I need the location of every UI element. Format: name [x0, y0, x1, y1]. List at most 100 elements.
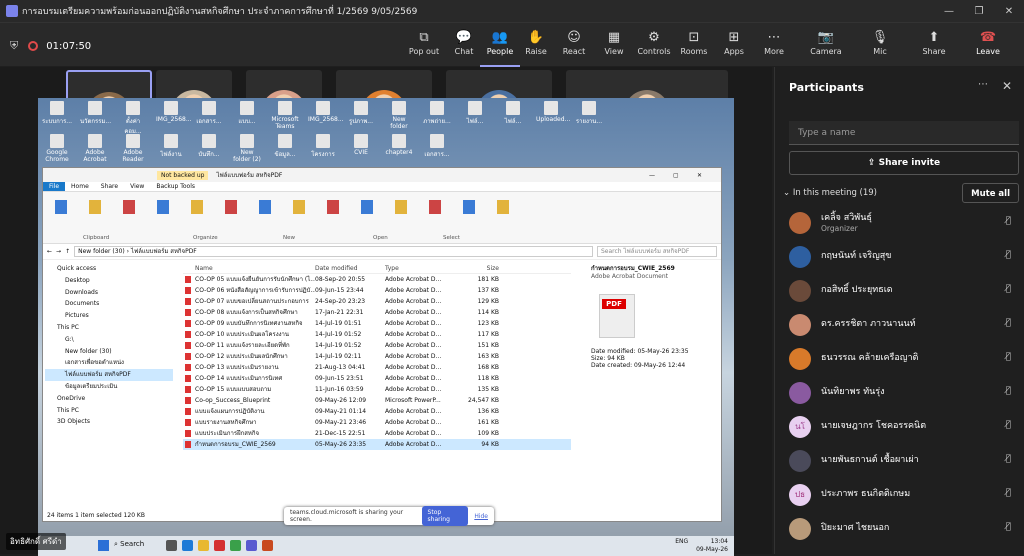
desktop-icon[interactable]: New folder — [384, 101, 414, 130]
taskbar-search[interactable]: ⌕ Search — [114, 540, 144, 549]
file-row[interactable]: CO-OP 12 แบบประเมินผลนักศึกษา 14-Jul-19 0… — [183, 351, 571, 362]
panel-close-icon[interactable]: ✕ — [1002, 79, 1012, 93]
mic-button[interactable]: 🎙 Mic — [860, 29, 900, 56]
column-header[interactable]: Type — [385, 263, 449, 273]
file-row[interactable]: CO-OP 11 แบบแจ้งรายละเอียดที่พัก 14-Jul-1… — [183, 340, 571, 351]
more-button[interactable]: ⋯ More — [754, 29, 794, 56]
desktop-icon[interactable]: CVIE — [346, 134, 376, 156]
powerpoint-icon[interactable] — [262, 540, 273, 551]
start-icon[interactable] — [98, 540, 109, 551]
desktop-icon[interactable]: โครงการ — [308, 134, 338, 159]
participant-search-input[interactable]: Type a name — [789, 121, 1019, 145]
explorer-maximize-icon[interactable]: ▢ — [673, 172, 697, 179]
nav-item[interactable]: ข้อมูลเตรียมประเมิน — [45, 381, 173, 393]
file-row[interactable]: CO-OP 06 หนังสือสัญญาการเข้ารับการปฏิบั.… — [183, 285, 571, 296]
ribbon-command-icon[interactable] — [191, 200, 203, 214]
desktop-icon[interactable]: นวัตกรรม... — [80, 101, 111, 126]
explorer-search[interactable]: Search ไฟล์แบบฟอร์ม สหกิจPDF — [597, 246, 717, 257]
nav-item[interactable]: เอกสารเพื่อขอตำแหน่ง — [45, 357, 173, 369]
participant-row[interactable]: เคลิ้จ สวิพันธุ์ Organizer 🎙̸ — [789, 207, 1019, 239]
ribbon-command-icon[interactable] — [463, 200, 475, 214]
mic-off-icon[interactable]: 🎙̸ — [1006, 318, 1011, 328]
up-arrow-icon[interactable]: ↑ — [65, 248, 70, 255]
file-row[interactable]: กำหนดการอบรม_CWIE_2569 05-May-26 23:35 Ado… — [183, 439, 571, 450]
participant-row[interactable]: ดร.ครรชิตา ภาวนานนท์ 🎙̸ — [789, 309, 1019, 341]
desktop-icon[interactable]: ไฟล์งาน — [156, 134, 186, 159]
nav-item[interactable]: Downloads — [45, 287, 173, 299]
desktop-icon[interactable]: ภาพถ่าย... — [422, 101, 452, 126]
raise-button[interactable]: ✋ Raise — [516, 29, 556, 56]
mic-off-icon[interactable]: 🎙̸ — [1006, 454, 1011, 464]
restore-icon[interactable]: ❐ — [964, 6, 994, 17]
stop-sharing-button[interactable]: Stop sharing — [421, 506, 469, 526]
file-row[interactable]: CO-OP 13 แบบประเมินรายงาน 21-Aug-13 04:41… — [183, 362, 571, 373]
mic-off-icon[interactable]: 🎙̸ — [1006, 522, 1011, 532]
forward-arrow-icon[interactable]: → — [56, 248, 61, 255]
ribbon-command-icon[interactable] — [157, 200, 169, 214]
column-header[interactable]: Date modified — [315, 263, 385, 273]
nav-item[interactable]: OneDrive — [45, 393, 173, 405]
file-row[interactable]: CO-OP 10 แบบประเมินผลโครงงาน 14-Jul-19 01… — [183, 329, 571, 340]
chat-button[interactable]: 💬 Chat — [444, 29, 484, 56]
nav-item[interactable]: 3D Objects — [45, 416, 173, 428]
file-row[interactable]: แบบรายงานสหกิจศึกษา 09-May-21 23:46 Adobe … — [183, 417, 571, 428]
file-row[interactable]: CO-OP 08 แบบแจ้งการเป็นสหกิจศึกษา 17-Jan-… — [183, 307, 571, 318]
panel-more-icon[interactable]: ⋯ — [978, 79, 988, 90]
ribbon-command-icon[interactable] — [259, 200, 271, 214]
ribbon-tab-home[interactable]: Home — [65, 182, 95, 191]
mic-off-icon[interactable]: 🎙̸ — [1006, 250, 1011, 260]
desktop-icon[interactable]: ตั้งค่าคอม... — [118, 101, 148, 136]
in-meeting-section[interactable]: ⌄ In this meeting (19) Mute all — [783, 183, 1019, 203]
participant-row[interactable]: นายพันธกานต์ เชื้อผาเผ่า 🎙̸ — [789, 445, 1019, 477]
column-header[interactable]: Size — [449, 263, 499, 273]
pop-out-button[interactable]: ⧉ Pop out — [404, 29, 444, 56]
mic-off-icon[interactable]: 🎙̸ — [1006, 216, 1011, 226]
apps-button[interactable]: ⊞ Apps — [714, 29, 754, 56]
file-row[interactable]: แบบแจ้งแผนการปฏิบัติงาน 09-May-21 01:14 Ad… — [183, 406, 571, 417]
react-button[interactable]: ☺ React — [554, 29, 594, 56]
desktop-icon[interactable]: New folder (2) — [232, 134, 262, 163]
nav-item[interactable]: Documents — [45, 298, 173, 310]
nav-item[interactable]: ไฟล์แบบฟอร์ม สหกิจPDF — [45, 369, 173, 381]
teams-taskbar-icon[interactable] — [246, 540, 257, 551]
ribbon-command-icon[interactable] — [395, 200, 407, 214]
desktop-icon[interactable]: บันทึก... — [194, 134, 224, 159]
desktop-icon[interactable]: chapter4 — [384, 134, 414, 156]
desktop-icon[interactable]: Adobe Reader — [118, 134, 148, 163]
address-path[interactable]: New folder (30) › ไฟล์แบบฟอร์ม สหกิจPDF — [74, 246, 593, 257]
camera-button[interactable]: 📷 Camera — [806, 29, 846, 56]
ribbon-tab-backup-tools[interactable]: Backup Tools — [150, 182, 201, 191]
desktop-icon[interactable]: ไฟล์... — [498, 101, 528, 126]
acrobat-icon[interactable] — [214, 540, 225, 551]
ribbon-command-icon[interactable] — [429, 200, 441, 214]
mic-off-icon[interactable]: 🎙̸ — [1006, 284, 1011, 294]
desktop-icon[interactable]: IMG_2568... — [308, 101, 344, 123]
desktop-icon[interactable]: IMG_2568... — [156, 101, 192, 123]
ribbon-command-icon[interactable] — [225, 200, 237, 214]
nav-item[interactable]: G:\ — [45, 334, 173, 346]
desktop-icon[interactable]: เอกสาร... — [194, 101, 224, 126]
hide-sharebar-link[interactable]: Hide — [474, 513, 488, 520]
nav-item[interactable]: New folder (30) — [45, 346, 173, 358]
file-row[interactable]: CO-OP 07 แบบขอเปลี่ยนสถานประกอบการ 24-Sep… — [183, 296, 571, 307]
file-row[interactable]: แบบประเมินการฝึกสหกิจ 21-Dec-15 22:51 Adob… — [183, 428, 571, 439]
share-button[interactable]: ⬆ Share — [914, 29, 954, 56]
ribbon-command-icon[interactable] — [497, 200, 509, 214]
desktop-icon[interactable]: Microsoft Teams — [270, 101, 300, 130]
desktop-icon[interactable]: ระบบการ... — [42, 101, 72, 126]
file-row[interactable]: CO-OP 09 แบบบันทึกการนิเทศงานสหกิจ 14-Jul… — [183, 318, 571, 329]
ribbon-tab-share[interactable]: Share — [95, 182, 124, 191]
ribbon-tab-view[interactable]: View — [124, 182, 150, 191]
participant-row[interactable]: กอสิทธิ์ ประยุทธเด 🎙̸ — [789, 275, 1019, 307]
file-row[interactable]: CO-OP 14 แบบประเมินการนิเทศ 09-Jun-15 23:… — [183, 373, 571, 384]
file-explorer-icon[interactable] — [198, 540, 209, 551]
nav-item[interactable]: Pictures — [45, 310, 173, 322]
explorer-minimize-icon[interactable]: — — [649, 172, 673, 179]
desktop-icon[interactable]: Adobe Acrobat — [80, 134, 110, 163]
file-row[interactable]: CO-OP 15 แบบแบบสอบถาม 11-Jun-16 03:59 Adob… — [183, 384, 571, 395]
mic-off-icon[interactable]: 🎙̸ — [1006, 420, 1011, 430]
file-row[interactable]: Co-op_Success_Blueprint 09-May-26 12:09 Mi… — [183, 395, 571, 406]
controls-button[interactable]: ⚙ Controls — [634, 29, 674, 56]
mic-off-icon[interactable]: 🎙̸ — [1006, 352, 1011, 362]
participant-row[interactable]: ธนวรรณ คล้ายเครือญาติ 🎙̸ — [789, 343, 1019, 375]
